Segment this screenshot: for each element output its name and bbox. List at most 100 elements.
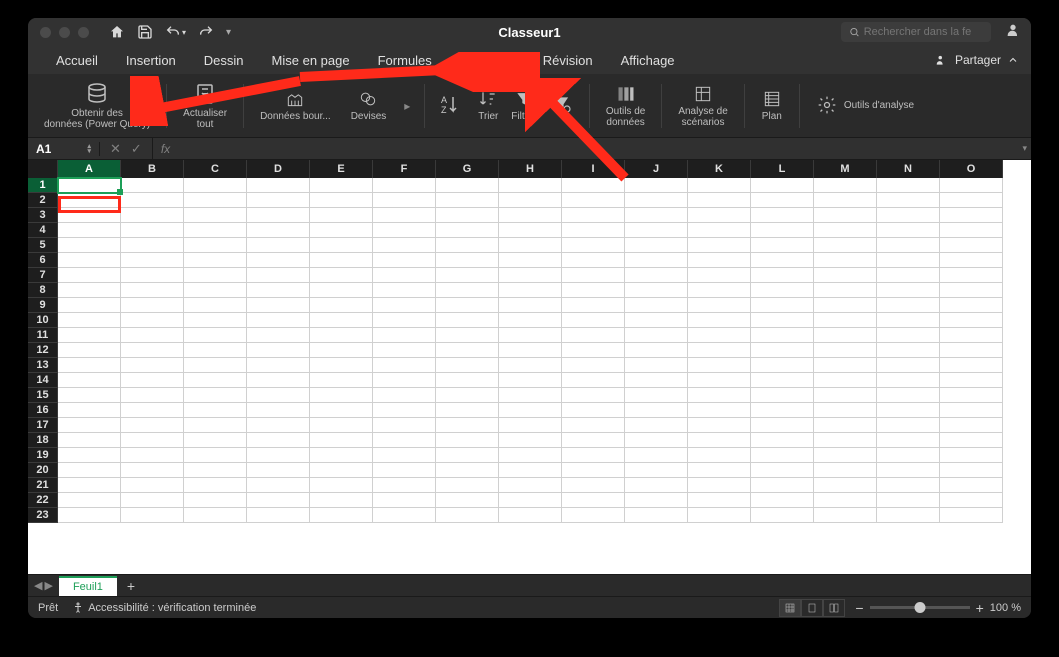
cell[interactable]: [625, 358, 688, 373]
cell[interactable]: [121, 238, 184, 253]
cell[interactable]: [751, 208, 814, 223]
row-header[interactable]: 14: [28, 373, 58, 388]
expand-formula-bar-icon[interactable]: ▾: [1022, 143, 1027, 154]
cell[interactable]: [436, 238, 499, 253]
cell[interactable]: [58, 193, 121, 208]
cell[interactable]: [436, 193, 499, 208]
cell[interactable]: [436, 403, 499, 418]
cell[interactable]: [688, 208, 751, 223]
cell[interactable]: [247, 418, 310, 433]
cell[interactable]: [373, 253, 436, 268]
zoom-percentage[interactable]: 100 %: [990, 602, 1021, 614]
cell[interactable]: [310, 418, 373, 433]
cell[interactable]: [688, 433, 751, 448]
cell[interactable]: [562, 298, 625, 313]
cell[interactable]: [814, 373, 877, 388]
cell[interactable]: [625, 283, 688, 298]
cell[interactable]: [247, 253, 310, 268]
cell[interactable]: [814, 238, 877, 253]
page-break-view-button[interactable]: [823, 599, 845, 617]
cell[interactable]: [247, 178, 310, 193]
cell[interactable]: [436, 463, 499, 478]
cell[interactable]: [247, 508, 310, 523]
cell[interactable]: [310, 388, 373, 403]
cell[interactable]: [58, 418, 121, 433]
name-box-dropdown-icon[interactable]: ▴▾: [87, 144, 91, 154]
cell[interactable]: [247, 343, 310, 358]
cell[interactable]: [940, 313, 1003, 328]
cell[interactable]: [877, 388, 940, 403]
cell[interactable]: [436, 328, 499, 343]
cell[interactable]: [121, 448, 184, 463]
redo-icon[interactable]: [198, 24, 214, 40]
cell[interactable]: [877, 433, 940, 448]
data-tools-button[interactable]: Outils de données: [598, 76, 653, 136]
cell[interactable]: [310, 358, 373, 373]
cell[interactable]: [877, 193, 940, 208]
cell[interactable]: [121, 373, 184, 388]
row-header[interactable]: 13: [28, 358, 58, 373]
cell[interactable]: [751, 328, 814, 343]
cell[interactable]: [751, 223, 814, 238]
cell[interactable]: [373, 493, 436, 508]
fx-label[interactable]: fx: [153, 142, 178, 156]
cell[interactable]: [625, 433, 688, 448]
cell[interactable]: [625, 448, 688, 463]
column-header[interactable]: G: [436, 160, 499, 178]
cell[interactable]: [121, 358, 184, 373]
cell[interactable]: [58, 373, 121, 388]
cell[interactable]: [310, 208, 373, 223]
row-header[interactable]: 12: [28, 343, 58, 358]
cell[interactable]: [688, 403, 751, 418]
cell[interactable]: [373, 238, 436, 253]
analysis-tools-button[interactable]: Outils d'analyse: [808, 76, 922, 136]
cell[interactable]: [436, 448, 499, 463]
cell[interactable]: [310, 508, 373, 523]
cell[interactable]: [373, 373, 436, 388]
cell[interactable]: [625, 508, 688, 523]
cell[interactable]: [751, 238, 814, 253]
cell[interactable]: [688, 418, 751, 433]
cell[interactable]: [310, 268, 373, 283]
stocks-button[interactable]: Données bour...: [252, 76, 339, 136]
cell[interactable]: [247, 283, 310, 298]
row-header[interactable]: 20: [28, 463, 58, 478]
cell[interactable]: [121, 253, 184, 268]
cell[interactable]: [58, 223, 121, 238]
column-header[interactable]: A: [58, 160, 121, 178]
cell[interactable]: [940, 268, 1003, 283]
cell[interactable]: [625, 268, 688, 283]
cell[interactable]: [121, 418, 184, 433]
cell[interactable]: [121, 283, 184, 298]
tab-dessin[interactable]: Dessin: [190, 48, 258, 73]
cell[interactable]: [184, 448, 247, 463]
cell[interactable]: [814, 358, 877, 373]
cell[interactable]: [688, 313, 751, 328]
cell[interactable]: [373, 313, 436, 328]
cell[interactable]: [688, 298, 751, 313]
sort-az-button[interactable]: AZ: [433, 76, 469, 136]
column-header[interactable]: J: [625, 160, 688, 178]
cell[interactable]: [373, 328, 436, 343]
cell[interactable]: [247, 433, 310, 448]
cell[interactable]: [751, 403, 814, 418]
column-header[interactable]: F: [373, 160, 436, 178]
cell[interactable]: [688, 283, 751, 298]
cancel-formula-icon[interactable]: ✕: [110, 141, 121, 157]
cell[interactable]: [562, 463, 625, 478]
cell[interactable]: [499, 358, 562, 373]
sheet-prev-icon[interactable]: ◀: [34, 579, 42, 592]
cell[interactable]: [58, 448, 121, 463]
cell[interactable]: [877, 448, 940, 463]
cell[interactable]: [436, 418, 499, 433]
cell[interactable]: [499, 403, 562, 418]
sheet-next-icon[interactable]: ▶: [44, 579, 52, 592]
cell[interactable]: [688, 178, 751, 193]
cell[interactable]: [310, 343, 373, 358]
cell[interactable]: [499, 193, 562, 208]
select-all-corner[interactable]: [28, 160, 58, 178]
cell[interactable]: [814, 433, 877, 448]
accept-formula-icon[interactable]: ✓: [131, 141, 142, 157]
column-header[interactable]: L: [751, 160, 814, 178]
cell[interactable]: [121, 403, 184, 418]
